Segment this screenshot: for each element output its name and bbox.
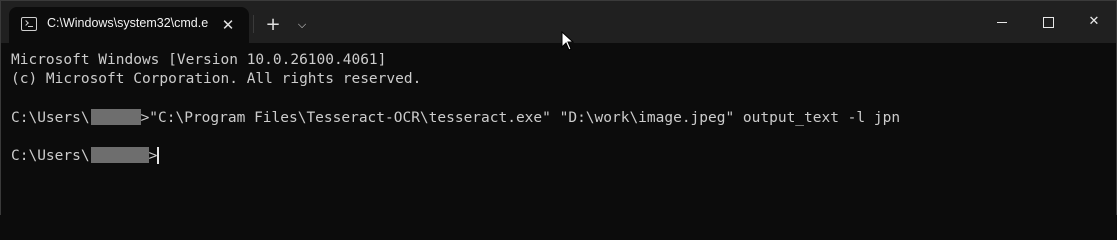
cmd-icon	[21, 17, 37, 31]
prompt-prefix: C:\Users\	[11, 110, 90, 126]
profile-dropdown-button[interactable]: ⌵	[291, 13, 313, 37]
minimize-icon	[997, 22, 1007, 23]
tab-title: C:\Windows\system32\cmd.e	[47, 16, 209, 30]
tab-close-button[interactable]: ✕	[217, 14, 239, 36]
terminal-line-command: C:\Users\ >"C:\Program Files\Tesseract-OC…	[11, 109, 900, 127]
terminal-output[interactable]: Microsoft Windows [Version 10.0.26100.40…	[1, 43, 1116, 216]
terminal-line-version: Microsoft Windows [Version 10.0.26100.40…	[11, 52, 387, 68]
prompt-prefix: C:\Users\	[11, 148, 90, 164]
new-tab-button[interactable]: +	[261, 13, 285, 37]
prompt-suffix: >	[148, 148, 158, 164]
command-text: >"C:\Program Files\Tesseract-OCR\tessera…	[140, 110, 901, 126]
tab-cmd[interactable]: C:\Windows\system32\cmd.e ✕	[9, 7, 249, 43]
terminal-window: C:\Windows\system32\cmd.e ✕ + ⌵ ✕ Micros…	[0, 0, 1117, 216]
maximize-button[interactable]	[1025, 1, 1071, 43]
minimize-button[interactable]	[979, 1, 1025, 43]
mouse-pointer-icon	[561, 31, 575, 51]
maximize-icon	[1043, 17, 1054, 28]
tab-separator	[253, 15, 254, 33]
redacted-username	[90, 109, 141, 125]
title-bar[interactable]: C:\Windows\system32\cmd.e ✕ + ⌵ ✕	[1, 1, 1116, 43]
terminal-line-prompt: C:\Users\ >	[11, 147, 160, 165]
redacted-username	[90, 147, 149, 163]
terminal-line-copyright: (c) Microsoft Corporation. All rights re…	[11, 71, 422, 87]
text-cursor	[157, 147, 160, 164]
close-button[interactable]: ✕	[1071, 1, 1117, 43]
